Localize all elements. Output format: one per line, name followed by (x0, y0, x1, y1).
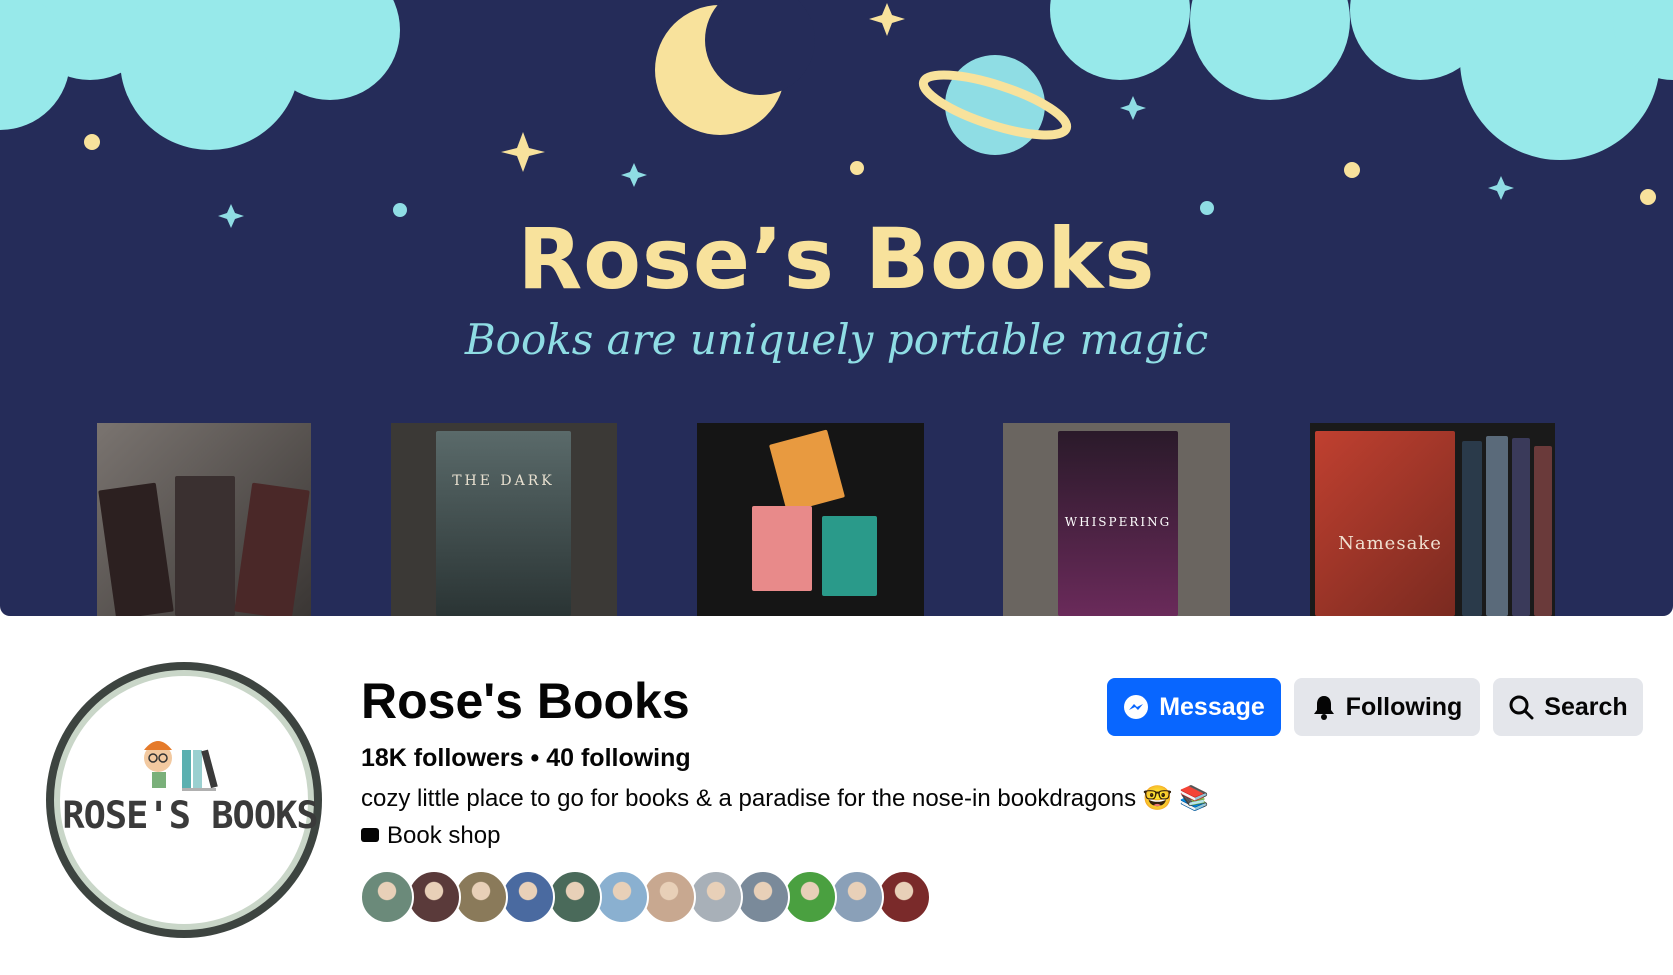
page-category: Book shop (361, 822, 500, 850)
logo-text: ROSE'S BOOKS (62, 794, 318, 837)
friend-avatar[interactable] (877, 870, 931, 924)
search-icon (1508, 694, 1534, 720)
following-label: Following (1345, 692, 1463, 721)
friend-avatar[interactable] (407, 870, 461, 924)
book-photo-4: WHISPERING (1003, 423, 1230, 616)
book-photo-2: THE DARK (391, 423, 617, 616)
category-label: Book shop (387, 822, 501, 849)
clouds (0, 0, 1673, 160)
message-label: Message (1159, 692, 1265, 721)
friend-avatar[interactable] (642, 870, 696, 924)
search-label: Search (1544, 692, 1628, 721)
message-button[interactable]: Message (1107, 678, 1281, 736)
book-photo-caption: WHISPERING (1064, 515, 1172, 529)
book-photo-caption: THE DARK (452, 473, 555, 489)
book-photo-caption: Namesake (1338, 533, 1442, 554)
briefcase-icon (361, 828, 379, 842)
search-button[interactable]: Search (1493, 678, 1643, 736)
page-bio: cozy little place to go for books & a pa… (361, 785, 1210, 812)
page-title: Rose's Books (361, 673, 690, 729)
followers-link[interactable]: 18K followers (361, 744, 524, 772)
following-link[interactable]: 40 following (546, 744, 690, 772)
cover-title: Rose’s Books (517, 210, 1156, 308)
stats-separator: • (523, 744, 547, 772)
friend-avatar[interactable] (548, 870, 602, 924)
following-button[interactable]: Following (1294, 678, 1480, 736)
friend-avatar[interactable] (501, 870, 555, 924)
friend-avatar[interactable] (783, 870, 837, 924)
friend-avatar[interactable] (360, 870, 414, 924)
planet-icon (918, 55, 1072, 155)
book-photo-5: Namesake (1310, 423, 1555, 616)
book-photo-3 (697, 423, 924, 616)
profile-logo: ROSE'S BOOKS (54, 670, 319, 930)
friend-avatar[interactable] (454, 870, 508, 924)
book-photo-1 (97, 423, 311, 616)
friend-avatar[interactable] (689, 870, 743, 924)
moon-icon (655, 0, 815, 135)
follow-stats: 18K followers • 40 following (361, 744, 691, 773)
bell-icon (1312, 694, 1336, 720)
cover-photo[interactable]: Rose’s Books Books are uniquely portable… (0, 0, 1673, 616)
messenger-icon (1123, 694, 1149, 720)
friend-avatar[interactable] (736, 870, 790, 924)
profile-picture[interactable]: ROSE'S BOOKS (46, 662, 322, 938)
friend-avatar[interactable] (830, 870, 884, 924)
cover-tagline: Books are uniquely portable magic (464, 315, 1209, 364)
friend-avatar[interactable] (595, 870, 649, 924)
